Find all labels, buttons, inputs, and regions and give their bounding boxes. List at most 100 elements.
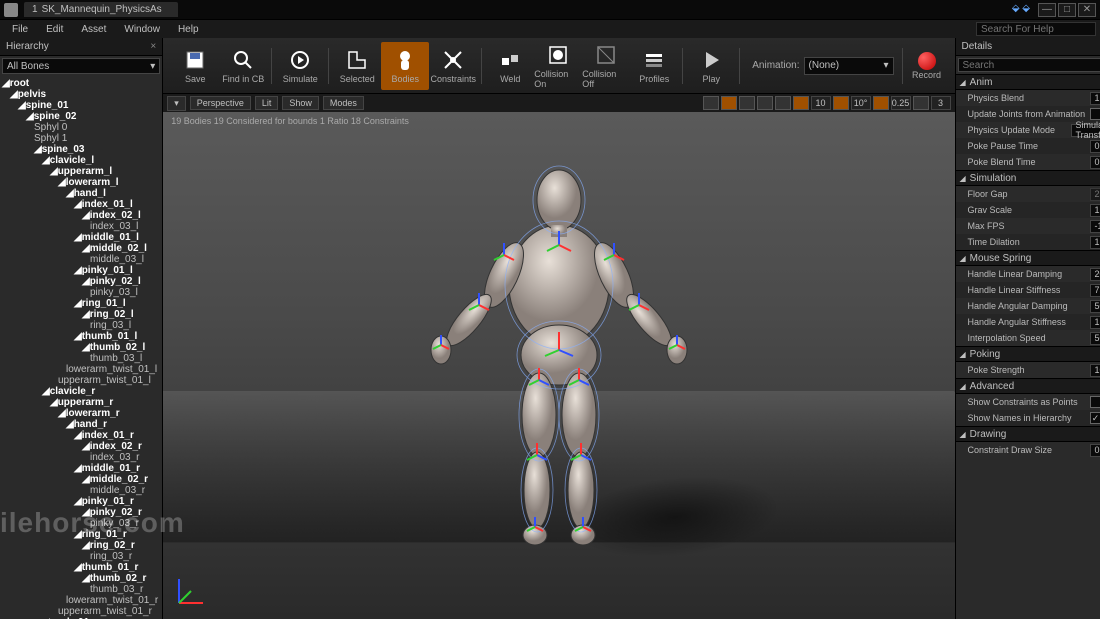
number-input[interactable]: -1: [1090, 220, 1100, 233]
tree-node[interactable]: thumb_03_r: [2, 584, 160, 595]
number-input[interactable]: 0.5: [1090, 140, 1100, 153]
rotate-tool-icon[interactable]: [739, 96, 755, 110]
tree-node[interactable]: lowerarm_twist_01_r: [2, 595, 160, 606]
modes-button[interactable]: Modes: [323, 96, 364, 110]
tree-node[interactable]: ◢index_02_l: [2, 210, 160, 221]
menu-asset[interactable]: Asset: [73, 22, 114, 37]
number-input[interactable]: 1.0: [1090, 92, 1100, 105]
tree-node[interactable]: ◢ring_01_l: [2, 298, 160, 309]
tree-node[interactable]: ring_03_l: [2, 320, 160, 331]
record-button[interactable]: Record: [907, 52, 947, 80]
tree-node[interactable]: ◢middle_01_l: [2, 232, 160, 243]
tree-node[interactable]: upperarm_twist_01_l: [2, 375, 160, 386]
collision-on-button[interactable]: Collision On: [534, 42, 582, 90]
number-input[interactable]: 100.0: [1090, 364, 1100, 377]
camera-speed-value[interactable]: 3: [931, 96, 951, 110]
document-tab[interactable]: 1 SK_Mannequin_PhysicsAs: [24, 2, 178, 17]
weld-button[interactable]: Weld: [486, 42, 534, 90]
number-input[interactable]: 0.01: [1090, 444, 1100, 457]
tree-node[interactable]: ◢hand_r: [2, 419, 160, 430]
camera-speed-icon[interactable]: [913, 96, 929, 110]
maximize-button[interactable]: □: [1058, 3, 1076, 17]
checkbox[interactable]: ✓: [1090, 412, 1100, 424]
tree-node[interactable]: ◢spine_02: [2, 111, 160, 122]
category-anim[interactable]: ◢Anim: [956, 74, 1100, 90]
bones-filter-dropdown[interactable]: All Bones ▾: [2, 58, 160, 74]
show-button[interactable]: Show: [282, 96, 319, 110]
move-tool-icon[interactable]: [721, 96, 737, 110]
menu-file[interactable]: File: [4, 22, 36, 37]
tree-node[interactable]: ring_03_r: [2, 551, 160, 562]
tree-node[interactable]: ◢pinky_02_l: [2, 276, 160, 287]
number-input[interactable]: 1.0: [1090, 204, 1100, 217]
number-input[interactable]: 25.0: [1090, 188, 1100, 201]
profiles-button[interactable]: Profiles: [630, 42, 678, 90]
tree-node[interactable]: ◢index_01_l: [2, 199, 160, 210]
checkbox[interactable]: [1090, 108, 1100, 120]
simulate-button[interactable]: Simulate: [276, 42, 324, 90]
tree-node[interactable]: ◢ring_02_r: [2, 540, 160, 551]
tree-node[interactable]: ◢spine_01: [2, 100, 160, 111]
tree-node[interactable]: ◢upperarm_r: [2, 397, 160, 408]
scale-snap-value[interactable]: 0.25: [891, 96, 911, 110]
collision-off-button[interactable]: Collision Off: [582, 42, 630, 90]
menu-edit[interactable]: Edit: [38, 22, 71, 37]
tree-node[interactable]: ◢middle_02_l: [2, 243, 160, 254]
angle-snap-value[interactable]: 10°: [851, 96, 871, 110]
details-search-input[interactable]: [958, 58, 1100, 72]
number-input[interactable]: 0.5: [1090, 156, 1100, 169]
tree-node[interactable]: ◢clavicle_r: [2, 386, 160, 397]
constraints-button[interactable]: Constraints: [429, 42, 477, 90]
tree-node[interactable]: ◢middle_02_r: [2, 474, 160, 485]
select-tool-icon[interactable]: [703, 96, 719, 110]
number-input[interactable]: 50.0: [1090, 332, 1100, 345]
tree-node[interactable]: ◢lowerarm_l: [2, 177, 160, 188]
tree-node[interactable]: ◢lowerarm_r: [2, 408, 160, 419]
tree-node[interactable]: ◢spine_03: [2, 144, 160, 155]
tree-node[interactable]: thumb_03_l: [2, 353, 160, 364]
number-input[interactable]: 1.0: [1090, 236, 1100, 249]
tree-node[interactable]: ◢index_02_r: [2, 441, 160, 452]
tree-node[interactable]: ◢pinky_01_r: [2, 496, 160, 507]
tree-node[interactable]: ◢thumb_02_l: [2, 342, 160, 353]
number-input[interactable]: 750.0: [1090, 284, 1100, 297]
category-poking[interactable]: ◢Poking: [956, 346, 1100, 362]
play-button[interactable]: Play: [687, 42, 735, 90]
tree-node[interactable]: Sphyl 1: [2, 133, 160, 144]
find-in-cb-button[interactable]: Find in CB: [219, 42, 267, 90]
tree-node[interactable]: ◢pinky_01_l: [2, 265, 160, 276]
tree-node[interactable]: ◢pelvis: [2, 89, 160, 100]
tree-node[interactable]: lowerarm_twist_01_l: [2, 364, 160, 375]
search-help-input[interactable]: [976, 22, 1096, 36]
scale-snap-icon[interactable]: [873, 96, 889, 110]
animation-dropdown[interactable]: (None)▾: [804, 57, 894, 75]
number-input[interactable]: 500.0: [1090, 300, 1100, 313]
tree-node[interactable]: ◢middle_01_r: [2, 463, 160, 474]
coord-space-icon[interactable]: [775, 96, 791, 110]
hierarchy-tab[interactable]: Hierarchy ×: [0, 38, 162, 56]
tree-node[interactable]: ◢thumb_02_r: [2, 573, 160, 584]
number-input[interactable]: 1500.0: [1090, 316, 1100, 329]
tree-node[interactable]: ◢hand_l: [2, 188, 160, 199]
save-button[interactable]: Save: [171, 42, 219, 90]
category-advanced[interactable]: ◢Advanced: [956, 378, 1100, 394]
dropdown[interactable]: Simulation Upates Component Transform ▾: [1071, 124, 1100, 137]
angle-snap-icon[interactable]: [833, 96, 849, 110]
tree-node[interactable]: ◢clavicle_l: [2, 155, 160, 166]
tree-node[interactable]: ◢thumb_01_r: [2, 562, 160, 573]
category-simulation[interactable]: ◢Simulation: [956, 170, 1100, 186]
tree-node[interactable]: pinky_03_l: [2, 287, 160, 298]
selected-button[interactable]: Selected: [333, 42, 381, 90]
details-tab[interactable]: Details ×: [956, 38, 1100, 56]
tree-node[interactable]: ◢ring_02_l: [2, 309, 160, 320]
grid-snap-value[interactable]: 10: [811, 96, 831, 110]
category-mouse-spring[interactable]: ◢Mouse Spring: [956, 250, 1100, 266]
menu-help[interactable]: Help: [170, 22, 207, 37]
tree-node[interactable]: middle_03_l: [2, 254, 160, 265]
scale-tool-icon[interactable]: [757, 96, 773, 110]
tree-node[interactable]: ◢index_01_r: [2, 430, 160, 441]
tree-node[interactable]: index_03_r: [2, 452, 160, 463]
minimize-button[interactable]: —: [1038, 3, 1056, 17]
checkbox[interactable]: [1090, 396, 1100, 408]
tree-node[interactable]: ◢thumb_01_l: [2, 331, 160, 342]
